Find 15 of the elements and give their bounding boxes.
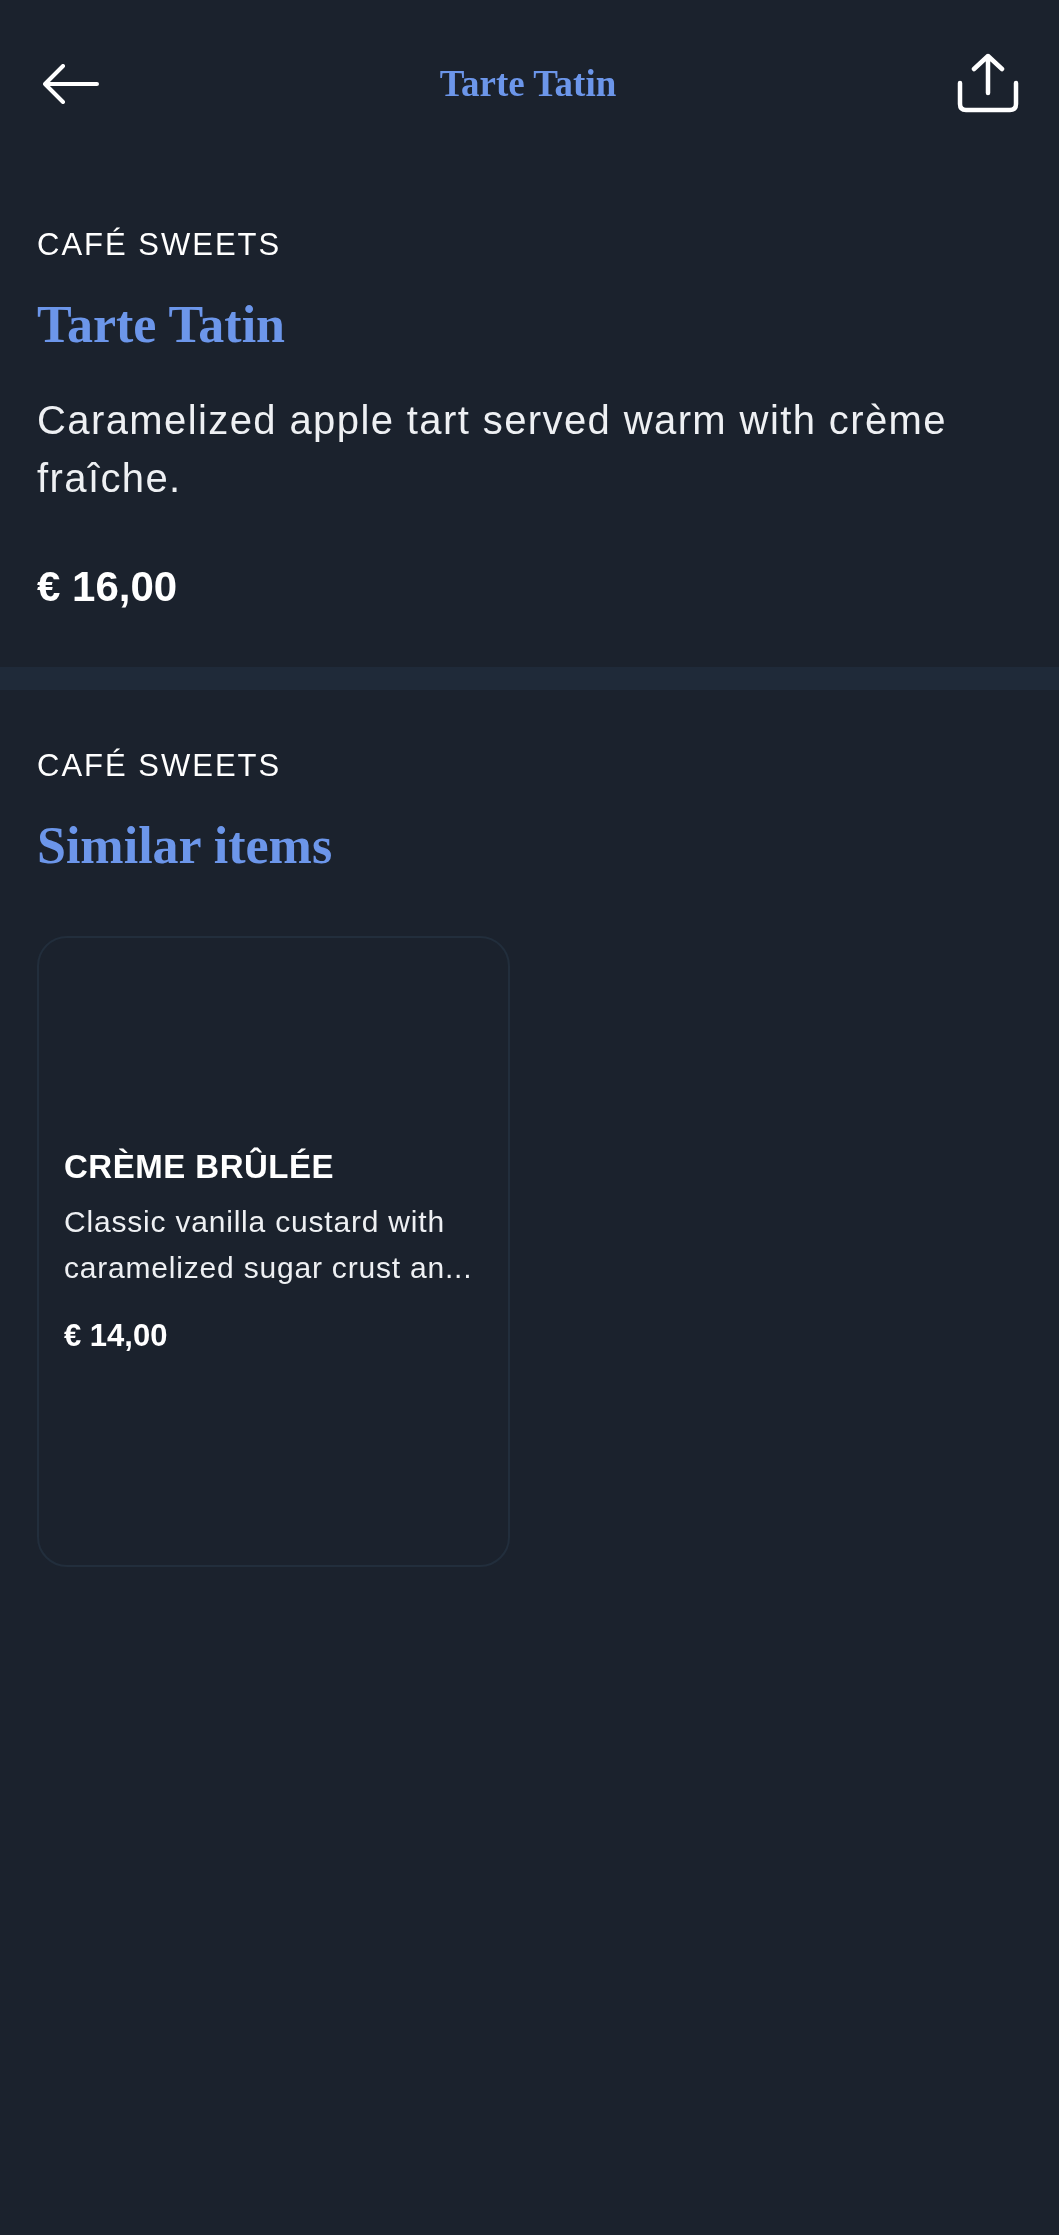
card-description: Classic vanilla custard with caramelized sugar crust an... [64, 1204, 474, 1286]
card-title: CRÈME BRÛLÉE [64, 1147, 335, 1187]
category-label: CAFÉ SWEETS [37, 227, 282, 263]
item-title: Tarte Tatin [37, 295, 286, 355]
item-price: € 16,00 [37, 562, 178, 612]
section-title: Similar items [37, 816, 333, 876]
page-title: Tarte Tatin [439, 62, 617, 106]
similar-item-card[interactable]: CRÈME BRÛLÉE Classic vanilla custard with caramelized sugar crust an... € 14,00 [37, 936, 510, 1567]
share-icon [957, 53, 1019, 113]
category-label: CAFÉ SWEETS [37, 748, 282, 784]
item-description: Caramelized apple tart served warm with crème fraîche. [37, 397, 948, 502]
back-arrow-icon [43, 64, 99, 104]
back-button[interactable] [43, 64, 99, 104]
share-button[interactable] [957, 53, 1019, 113]
card-price: € 14,00 [64, 1318, 168, 1354]
